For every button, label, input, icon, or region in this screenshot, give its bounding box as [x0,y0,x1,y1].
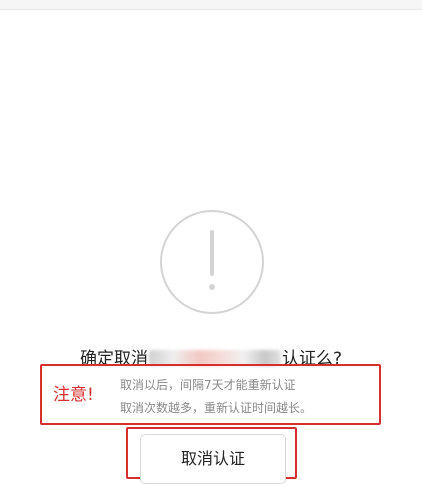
exclamation-bar [210,230,214,276]
notice-label: 注意! [53,385,94,405]
cancel-certification-button[interactable]: 取消认证 [140,434,286,484]
notice-line-2: 取消次数越多，重新认证时间越长。 [120,401,313,415]
notice-highlight-box: 注意! 取消以后，间隔7天才能重新认证 取消次数越多，重新认证时间越长。 [40,364,381,425]
exclamation-circle-icon [160,210,264,314]
top-bar [0,0,422,10]
exclamation-dot [209,284,215,290]
notice-line-1: 取消以后，间隔7天才能重新认证 [120,378,296,392]
